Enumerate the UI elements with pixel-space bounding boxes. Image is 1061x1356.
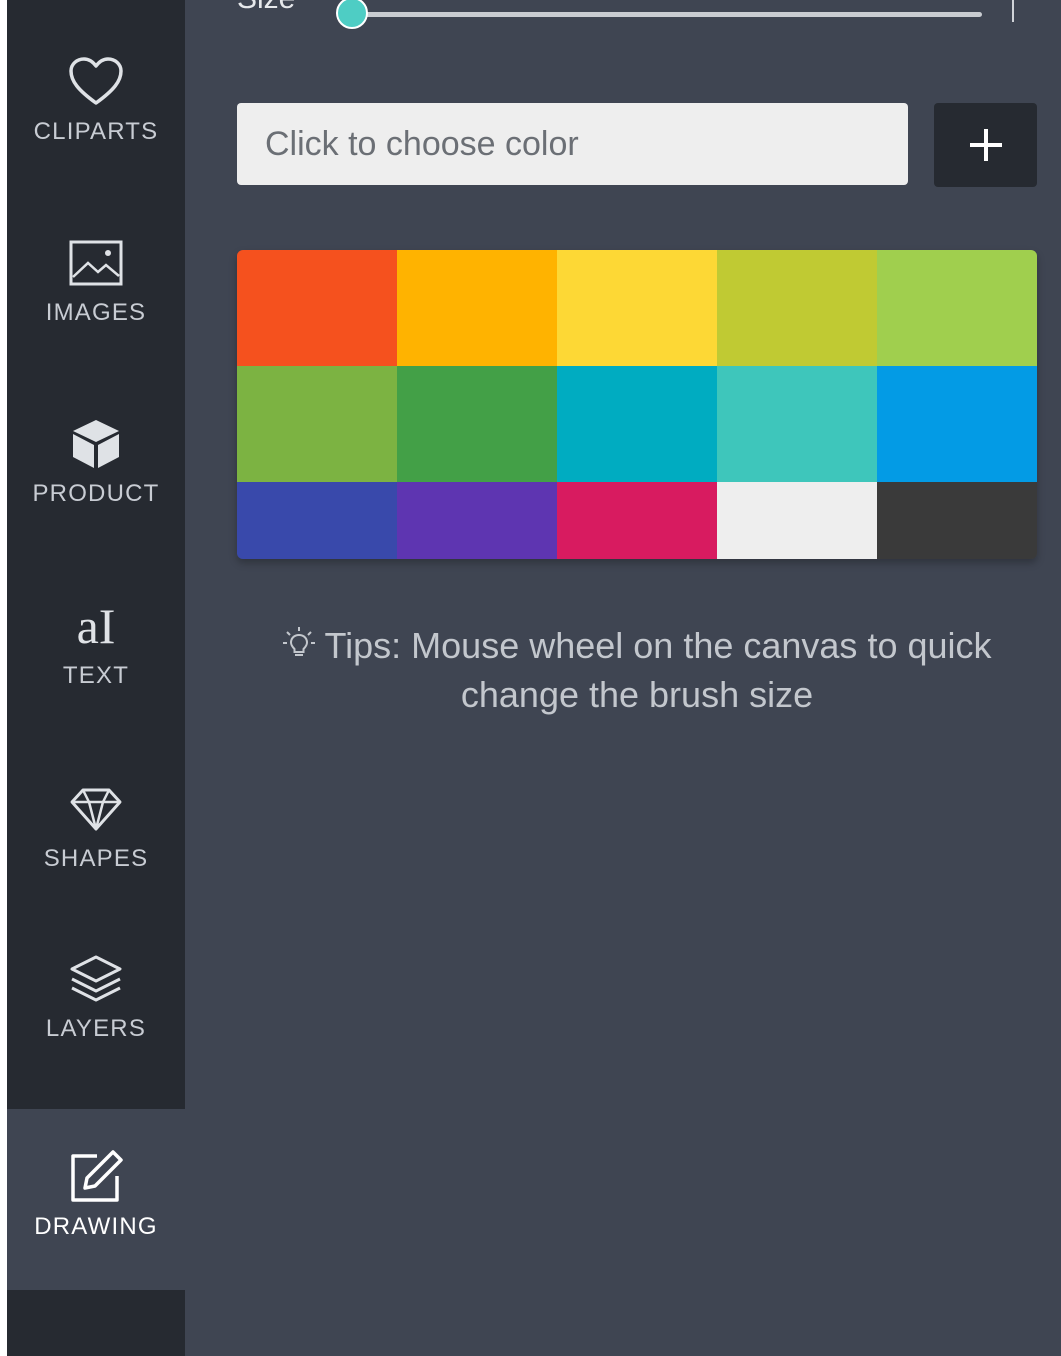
- size-label: Size: [237, 0, 295, 16]
- color-swatch[interactable]: [237, 250, 397, 366]
- color-swatch[interactable]: [397, 482, 557, 559]
- color-swatch[interactable]: [557, 482, 717, 559]
- color-swatch[interactable]: [877, 250, 1037, 366]
- sidebar-item-label: SHAPES: [43, 845, 149, 872]
- color-swatch[interactable]: [717, 366, 877, 482]
- color-palette: [237, 250, 1037, 559]
- sidebar: CLIPARTS IMAGES PRODUCT aI TEXT SHAPES L…: [7, 0, 185, 1356]
- sidebar-item-shapes[interactable]: SHAPES: [7, 779, 185, 873]
- color-swatch[interactable]: [397, 250, 557, 366]
- sidebar-item-layers[interactable]: LAYERS: [7, 949, 185, 1043]
- sidebar-item-label: TEXT: [62, 662, 130, 689]
- text-icon: aI: [76, 598, 116, 654]
- sidebar-item-text[interactable]: aI TEXT: [7, 596, 185, 690]
- sidebar-item-label: IMAGES: [45, 299, 147, 326]
- size-slider-thumb[interactable]: [336, 0, 368, 29]
- cube-icon: [66, 414, 126, 474]
- sidebar-item-label: DRAWING: [34, 1213, 158, 1240]
- layers-icon: [66, 949, 126, 1009]
- tips-text: Tips: Mouse wheel on the canvas to quick…: [237, 622, 1037, 718]
- add-color-button[interactable]: [934, 103, 1037, 187]
- color-swatch[interactable]: [237, 366, 397, 482]
- sidebar-item-product[interactable]: PRODUCT: [7, 414, 185, 508]
- sidebar-item-label: PRODUCT: [32, 480, 160, 507]
- color-swatch[interactable]: [877, 482, 1037, 559]
- tips-message: Tips: Mouse wheel on the canvas to quick…: [324, 625, 992, 715]
- color-swatch[interactable]: [397, 366, 557, 482]
- sidebar-item-images[interactable]: IMAGES: [7, 233, 185, 327]
- color-swatch[interactable]: [877, 366, 1037, 482]
- sidebar-item-label: LAYERS: [45, 1015, 147, 1042]
- color-swatch[interactable]: [237, 482, 397, 559]
- lightbulb-icon: [282, 624, 316, 671]
- size-slider-end-tick: [1012, 0, 1014, 22]
- heart-icon: [66, 52, 126, 112]
- app: CLIPARTS IMAGES PRODUCT aI TEXT SHAPES L…: [7, 0, 1061, 1356]
- image-icon: [66, 233, 126, 293]
- edit-icon: [66, 1147, 126, 1207]
- color-swatch[interactable]: [557, 366, 717, 482]
- color-swatch[interactable]: [557, 250, 717, 366]
- size-slider-track[interactable]: [352, 12, 982, 17]
- plus-icon: [969, 129, 1002, 161]
- sidebar-item-cliparts[interactable]: CLIPARTS: [7, 52, 185, 146]
- sidebar-item-drawing[interactable]: DRAWING: [7, 1109, 185, 1290]
- sidebar-item-label: CLIPARTS: [33, 118, 159, 145]
- color-swatch[interactable]: [717, 250, 877, 366]
- color-input[interactable]: [237, 103, 908, 185]
- color-swatch[interactable]: [717, 482, 877, 559]
- diamond-icon: [66, 779, 126, 839]
